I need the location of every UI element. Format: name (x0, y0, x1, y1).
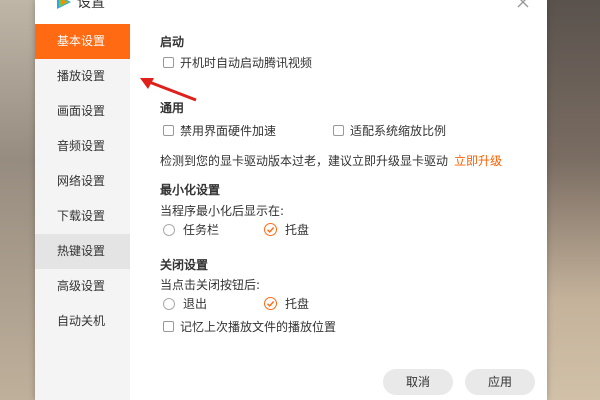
driver-notice-row: 检测到您的显卡驱动版本过老，建议立即升级显卡驱动 立即升级 (160, 152, 502, 169)
remember-position-option[interactable]: 记忆上次播放文件的播放位置 (163, 318, 336, 335)
annotation-arrow-icon (140, 78, 197, 102)
system-scaling-option[interactable]: 适配系统缩放比例 (333, 122, 446, 139)
sidebar-item-label: 热键设置 (57, 244, 106, 258)
sidebar-item-download[interactable]: 下载设置 (35, 199, 130, 234)
section-title-minimize: 最小化设置 (160, 183, 221, 197)
sidebar-item-label: 高级设置 (57, 279, 106, 293)
sidebar-item-playback[interactable]: 播放设置 (35, 59, 130, 94)
upgrade-driver-link[interactable]: 立即升级 (454, 152, 502, 169)
remember-position-checkbox[interactable] (163, 321, 174, 332)
close-exit-label: 退出 (183, 297, 208, 311)
sidebar-item-label: 下载设置 (57, 209, 106, 223)
close-prompt-text: 当点击关闭按钮后: (160, 278, 261, 292)
close-exit-radio[interactable] (163, 297, 175, 310)
disable-hw-accel-option[interactable]: 禁用界面硬件加速 (163, 122, 276, 139)
minimize-tray-option[interactable]: 托盘 (264, 221, 309, 238)
sidebar-item-auto-shutdown[interactable]: 自动关机 (35, 304, 130, 339)
sidebar-item-display[interactable]: 画面设置 (35, 94, 130, 129)
sidebar-item-audio[interactable]: 音频设置 (35, 129, 130, 164)
disable-hw-accel-checkbox[interactable] (163, 125, 174, 136)
autostart-checkbox[interactable] (163, 57, 174, 68)
autostart-label: 开机时自动启动腾讯视频 (180, 56, 313, 70)
close-tray-label: 托盘 (285, 297, 310, 311)
system-scaling-checkbox[interactable] (333, 125, 344, 136)
dialog-title: 设置 (77, 0, 105, 11)
title-bar: 设置 (35, 0, 105, 12)
background-rock-left (0, 0, 40, 400)
settings-sidebar: 基本设置 播放设置 画面设置 音频设置 网络设置 下载设置 热键设置 高级设置 … (35, 24, 130, 400)
sidebar-item-advanced[interactable]: 高级设置 (35, 269, 130, 304)
section-title-startup: 启动 (160, 35, 185, 49)
sidebar-item-basic[interactable]: 基本设置 (35, 24, 130, 59)
sidebar-item-label: 基本设置 (57, 34, 106, 48)
sidebar-item-label: 自动关机 (57, 314, 106, 328)
minimize-prompt: 当程序最小化后显示在: (160, 202, 284, 219)
apply-button[interactable]: 应用 (465, 369, 535, 395)
minimize-taskbar-radio[interactable] (163, 223, 175, 236)
disable-hw-accel-label: 禁用界面硬件加速 (180, 124, 277, 138)
tencent-video-logo-icon (57, 0, 71, 9)
close-exit-option[interactable]: 退出 (163, 295, 207, 312)
sidebar-item-hotkeys[interactable]: 热键设置 (35, 234, 130, 269)
close-tray-radio-checked-icon[interactable] (264, 297, 277, 310)
sidebar-item-label: 网络设置 (57, 174, 106, 188)
sidebar-item-label: 播放设置 (57, 69, 106, 83)
remember-position-label: 记忆上次播放文件的播放位置 (180, 320, 337, 334)
minimize-tray-radio-checked-icon[interactable] (264, 223, 277, 236)
minimize-prompt-text: 当程序最小化后显示在: (160, 204, 285, 218)
minimize-taskbar-option[interactable]: 任务栏 (163, 221, 219, 238)
section-title-close: 关闭设置 (160, 258, 209, 272)
autostart-option[interactable]: 开机时自动启动腾讯视频 (163, 54, 312, 71)
driver-notice-text: 检测到您的显卡驱动版本过老，建议立即升级显卡驱动 (160, 154, 449, 168)
settings-dialog: 设置 基本设置 播放设置 画面设置 音频设置 网络设置 下载设置 热键设置 高级… (35, 0, 547, 400)
sidebar-item-label: 音频设置 (57, 139, 106, 153)
settings-content: 启动 开机时自动启动腾讯视频 通用 禁用界面硬件加速 适配系统缩放比例 检测到您… (160, 0, 547, 400)
minimize-taskbar-label: 任务栏 (183, 223, 220, 237)
sidebar-item-network[interactable]: 网络设置 (35, 164, 130, 199)
sidebar-item-label: 画面设置 (57, 104, 106, 118)
minimize-tray-label: 托盘 (285, 223, 310, 237)
close-tray-option[interactable]: 托盘 (264, 295, 309, 312)
close-prompt: 当点击关闭按钮后: (160, 276, 260, 293)
system-scaling-label: 适配系统缩放比例 (350, 124, 447, 138)
cancel-button[interactable]: 取消 (383, 369, 453, 395)
background-rock-right (545, 0, 600, 400)
